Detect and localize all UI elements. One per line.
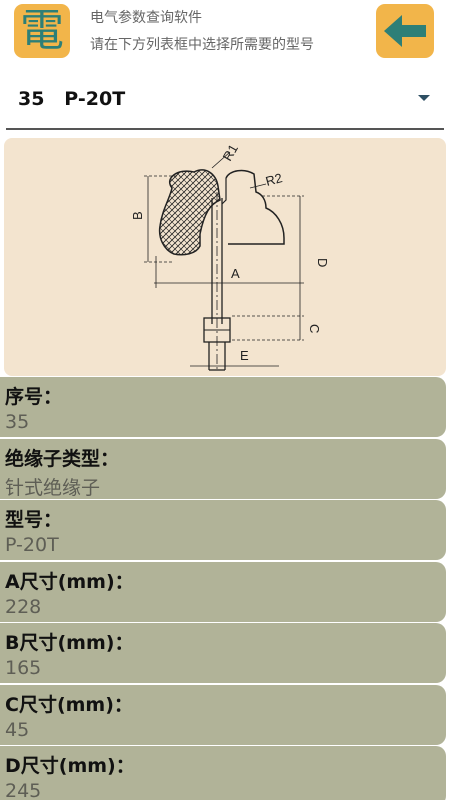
model-selector[interactable]: 35 P-20T	[6, 76, 444, 130]
field-value: P-20T	[5, 534, 59, 556]
app-instructions: 请在下方列表框中选择所需要的型号	[90, 37, 314, 53]
list-item-c-size: C尺寸(mm)： 45	[0, 684, 446, 745]
selected-model: 35 P-20T	[18, 88, 126, 110]
field-label: 序号：	[5, 386, 63, 408]
field-label: A尺寸(mm)：	[5, 570, 134, 593]
list-item-index: 序号： 35	[0, 377, 446, 437]
diagram-label-b: B	[130, 211, 145, 220]
app-header: 電 电气参数查询软件 请在下方列表框中选择所需要的型号	[0, 0, 450, 62]
field-value: 245	[5, 780, 42, 800]
list-item-a-size: A尺寸(mm)： 228	[0, 561, 446, 622]
app-logo-icon: 電	[14, 4, 70, 58]
app-title: 电气参数查询软件	[90, 10, 202, 26]
field-value: 35	[5, 411, 30, 433]
back-button[interactable]	[376, 4, 434, 58]
field-label: 绝缘子类型：	[5, 447, 120, 470]
insulator-section	[158, 169, 221, 256]
diagram-label-r1: R1	[220, 142, 241, 164]
diagram-label-e: E	[240, 348, 249, 363]
list-item-d-size: D尺寸(mm)： 245	[0, 746, 446, 800]
diagram-label-d: D	[315, 258, 330, 267]
caret-down-icon	[418, 95, 430, 101]
parameter-list: 序号： 35 绝缘子类型： 针式绝缘子 型号： P-20T A尺寸(mm)： 2…	[0, 377, 450, 800]
field-label: B尺寸(mm)：	[5, 632, 134, 654]
field-value: 228	[5, 595, 42, 618]
field-value: 165	[5, 657, 42, 679]
diagram-label-r2: R2	[264, 170, 284, 189]
field-label: C尺寸(mm)：	[5, 693, 133, 716]
app-logo-char: 電	[20, 5, 64, 56]
list-item-model: 型号： P-20T	[0, 500, 446, 560]
list-item-b-size: B尺寸(mm)： 165	[0, 623, 446, 683]
field-label: D尺寸(mm)：	[5, 755, 135, 777]
field-value: 针式绝缘子	[5, 476, 101, 499]
diagram-label-a: A	[231, 266, 240, 281]
arrow-left-icon	[384, 15, 426, 47]
diagram-label-c: C	[307, 324, 322, 333]
insulator-drawing: R1 R2 B A D C E	[130, 142, 330, 371]
list-item-type: 绝缘子类型： 针式绝缘子	[0, 438, 446, 499]
field-label: 型号：	[5, 509, 63, 531]
insulator-diagram: R1 R2 B A D C E	[4, 138, 446, 376]
field-value: 45	[5, 718, 30, 741]
